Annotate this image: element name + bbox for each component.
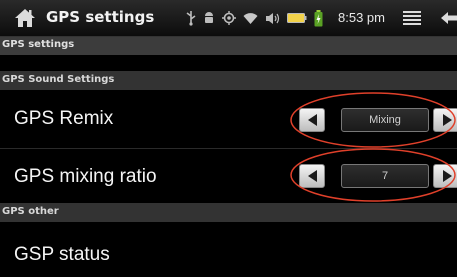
setting-row-gsp-status[interactable]: GSP status [0, 222, 457, 277]
gps-remix-label: GPS Remix [14, 108, 114, 129]
section-header-other-label: GPS other [2, 206, 59, 217]
gps-mixing-ratio-stepper: 7 [299, 164, 457, 188]
gps-mixing-ratio-value: 7 [341, 164, 429, 188]
section-header-sound-label: GPS Sound Settings [2, 74, 115, 85]
gps-icon [222, 11, 236, 25]
page-header: GPS settings [0, 37, 457, 55]
gps-mixing-ratio-decrease-button[interactable] [299, 164, 325, 188]
battery-charging-icon [314, 9, 323, 26]
gps-remix-value: Mixing [341, 108, 429, 132]
back-icon[interactable] [440, 9, 457, 27]
setting-row-gps-mixing-ratio: GPS mixing ratio 7 [0, 149, 457, 202]
notification-icons [186, 9, 323, 27]
wifi-icon [243, 12, 258, 24]
arrow-right-icon [443, 114, 452, 126]
gps-remix-decrease-button[interactable] [299, 108, 325, 132]
gps-remix-stepper: Mixing [299, 108, 457, 132]
android-debug-icon [205, 12, 213, 23]
volume-icon [266, 12, 280, 24]
gps-mixing-ratio-increase-button[interactable] [433, 164, 457, 188]
arrow-right-icon [443, 170, 452, 182]
arrow-left-icon [308, 170, 317, 182]
arrow-left-icon [308, 114, 317, 126]
menu-icon[interactable] [403, 10, 421, 26]
app-title: GPS settings [46, 8, 155, 26]
android-screen: GPS settings 8:53 pm GPS settings GPS So… [0, 0, 457, 277]
usb-icon [186, 11, 196, 26]
section-header-other: GPS other [0, 203, 457, 222]
battery-icon [287, 13, 307, 23]
clock: 8:53 pm [338, 10, 385, 25]
home-icon[interactable] [14, 7, 36, 29]
gps-remix-increase-button[interactable] [433, 108, 457, 132]
setting-row-gps-remix: GPS Remix Mixing [0, 90, 457, 148]
gsp-status-label: GSP status [14, 244, 110, 265]
gps-mixing-ratio-label: GPS mixing ratio [14, 166, 157, 187]
status-bar: GPS settings 8:53 pm [0, 0, 457, 37]
section-header-sound: GPS Sound Settings [0, 71, 457, 90]
page-header-title: GPS settings [2, 39, 75, 50]
